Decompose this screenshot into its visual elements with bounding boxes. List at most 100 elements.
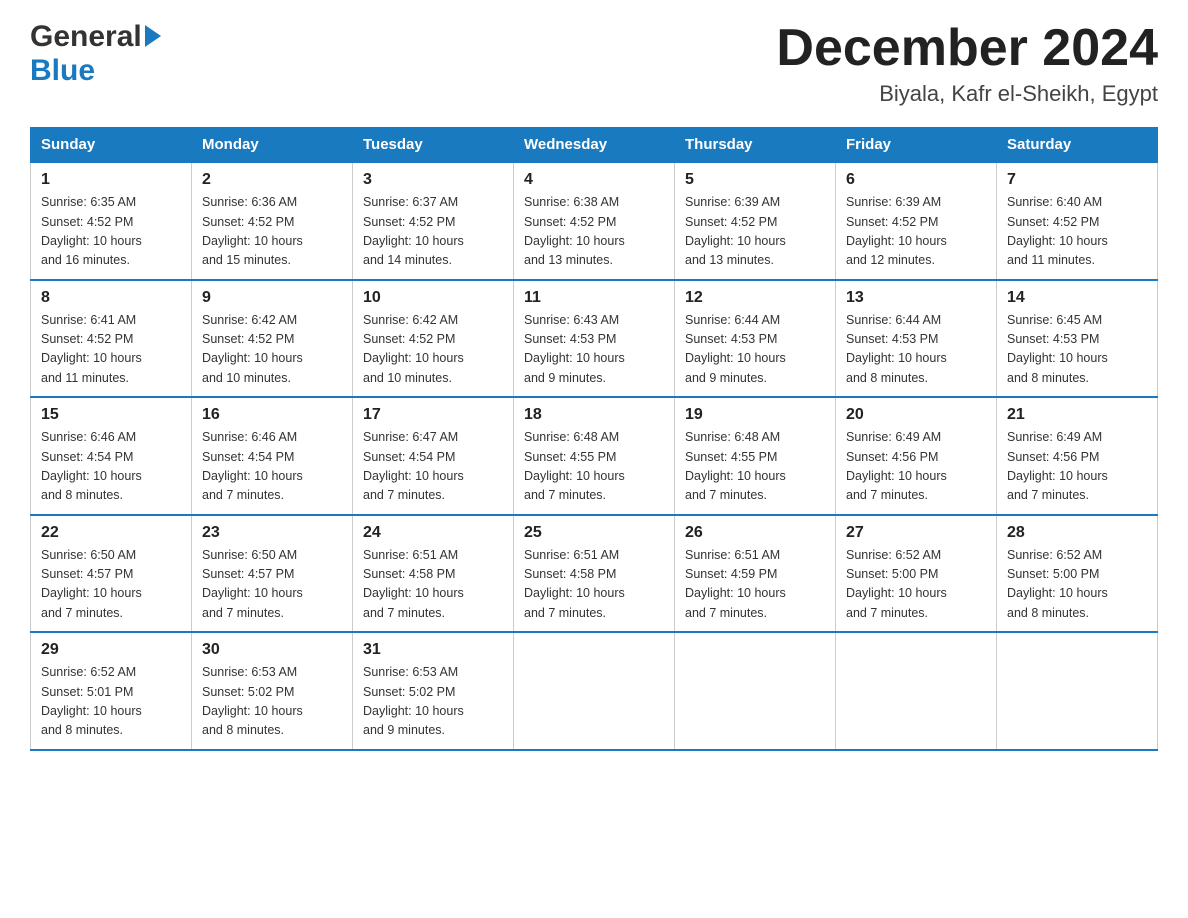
calendar-cell: 30 Sunrise: 6:53 AM Sunset: 5:02 PM Dayl… <box>192 632 353 750</box>
day-number: 7 <box>1007 171 1147 189</box>
logo-general-text: General <box>30 20 142 54</box>
day-number: 29 <box>41 641 181 659</box>
day-info: Sunrise: 6:48 AM Sunset: 4:55 PM Dayligh… <box>524 428 664 506</box>
header-cell-monday: Monday <box>192 128 353 163</box>
logo-blue-text: Blue <box>30 54 95 88</box>
week-row-1: 1 Sunrise: 6:35 AM Sunset: 4:52 PM Dayli… <box>31 162 1158 280</box>
day-number: 20 <box>846 406 986 424</box>
day-info: Sunrise: 6:50 AM Sunset: 4:57 PM Dayligh… <box>41 546 181 624</box>
calendar-cell: 25 Sunrise: 6:51 AM Sunset: 4:58 PM Dayl… <box>514 515 675 633</box>
day-info: Sunrise: 6:48 AM Sunset: 4:55 PM Dayligh… <box>685 428 825 506</box>
day-info: Sunrise: 6:49 AM Sunset: 4:56 PM Dayligh… <box>846 428 986 506</box>
day-number: 6 <box>846 171 986 189</box>
calendar-cell: 8 Sunrise: 6:41 AM Sunset: 4:52 PM Dayli… <box>31 280 192 398</box>
day-info: Sunrise: 6:36 AM Sunset: 4:52 PM Dayligh… <box>202 193 342 271</box>
calendar-cell <box>997 632 1158 750</box>
day-info: Sunrise: 6:46 AM Sunset: 4:54 PM Dayligh… <box>202 428 342 506</box>
calendar-cell: 4 Sunrise: 6:38 AM Sunset: 4:52 PM Dayli… <box>514 162 675 280</box>
calendar-cell: 18 Sunrise: 6:48 AM Sunset: 4:55 PM Dayl… <box>514 397 675 515</box>
header-cell-friday: Friday <box>836 128 997 163</box>
calendar-cell: 19 Sunrise: 6:48 AM Sunset: 4:55 PM Dayl… <box>675 397 836 515</box>
day-info: Sunrise: 6:44 AM Sunset: 4:53 PM Dayligh… <box>685 311 825 389</box>
calendar-cell: 22 Sunrise: 6:50 AM Sunset: 4:57 PM Dayl… <box>31 515 192 633</box>
calendar-cell: 1 Sunrise: 6:35 AM Sunset: 4:52 PM Dayli… <box>31 162 192 280</box>
calendar-cell: 24 Sunrise: 6:51 AM Sunset: 4:58 PM Dayl… <box>353 515 514 633</box>
day-number: 10 <box>363 289 503 307</box>
calendar-cell: 13 Sunrise: 6:44 AM Sunset: 4:53 PM Dayl… <box>836 280 997 398</box>
day-info: Sunrise: 6:42 AM Sunset: 4:52 PM Dayligh… <box>363 311 503 389</box>
day-info: Sunrise: 6:47 AM Sunset: 4:54 PM Dayligh… <box>363 428 503 506</box>
day-number: 9 <box>202 289 342 307</box>
day-info: Sunrise: 6:51 AM Sunset: 4:59 PM Dayligh… <box>685 546 825 624</box>
calendar-cell <box>514 632 675 750</box>
calendar-cell: 17 Sunrise: 6:47 AM Sunset: 4:54 PM Dayl… <box>353 397 514 515</box>
week-row-2: 8 Sunrise: 6:41 AM Sunset: 4:52 PM Dayli… <box>31 280 1158 398</box>
day-number: 17 <box>363 406 503 424</box>
day-info: Sunrise: 6:45 AM Sunset: 4:53 PM Dayligh… <box>1007 311 1147 389</box>
calendar-cell: 6 Sunrise: 6:39 AM Sunset: 4:52 PM Dayli… <box>836 162 997 280</box>
calendar-cell: 2 Sunrise: 6:36 AM Sunset: 4:52 PM Dayli… <box>192 162 353 280</box>
day-info: Sunrise: 6:52 AM Sunset: 5:00 PM Dayligh… <box>846 546 986 624</box>
day-number: 23 <box>202 524 342 542</box>
calendar-cell: 26 Sunrise: 6:51 AM Sunset: 4:59 PM Dayl… <box>675 515 836 633</box>
day-number: 22 <box>41 524 181 542</box>
week-row-5: 29 Sunrise: 6:52 AM Sunset: 5:01 PM Dayl… <box>31 632 1158 750</box>
calendar-cell: 9 Sunrise: 6:42 AM Sunset: 4:52 PM Dayli… <box>192 280 353 398</box>
day-number: 27 <box>846 524 986 542</box>
day-number: 24 <box>363 524 503 542</box>
header-cell-saturday: Saturday <box>997 128 1158 163</box>
day-info: Sunrise: 6:46 AM Sunset: 4:54 PM Dayligh… <box>41 428 181 506</box>
day-number: 28 <box>1007 524 1147 542</box>
day-info: Sunrise: 6:51 AM Sunset: 4:58 PM Dayligh… <box>363 546 503 624</box>
day-number: 2 <box>202 171 342 189</box>
calendar-cell: 28 Sunrise: 6:52 AM Sunset: 5:00 PM Dayl… <box>997 515 1158 633</box>
day-number: 3 <box>363 171 503 189</box>
day-number: 30 <box>202 641 342 659</box>
header-cell-wednesday: Wednesday <box>514 128 675 163</box>
calendar-cell <box>675 632 836 750</box>
day-number: 4 <box>524 171 664 189</box>
calendar-cell: 14 Sunrise: 6:45 AM Sunset: 4:53 PM Dayl… <box>997 280 1158 398</box>
day-number: 26 <box>685 524 825 542</box>
day-info: Sunrise: 6:49 AM Sunset: 4:56 PM Dayligh… <box>1007 428 1147 506</box>
header-row: SundayMondayTuesdayWednesdayThursdayFrid… <box>31 128 1158 163</box>
day-info: Sunrise: 6:35 AM Sunset: 4:52 PM Dayligh… <box>41 193 181 271</box>
calendar-cell: 11 Sunrise: 6:43 AM Sunset: 4:53 PM Dayl… <box>514 280 675 398</box>
header-cell-sunday: Sunday <box>31 128 192 163</box>
day-number: 21 <box>1007 406 1147 424</box>
calendar-cell: 16 Sunrise: 6:46 AM Sunset: 4:54 PM Dayl… <box>192 397 353 515</box>
calendar-cell: 12 Sunrise: 6:44 AM Sunset: 4:53 PM Dayl… <box>675 280 836 398</box>
day-info: Sunrise: 6:41 AM Sunset: 4:52 PM Dayligh… <box>41 311 181 389</box>
day-info: Sunrise: 6:39 AM Sunset: 4:52 PM Dayligh… <box>685 193 825 271</box>
calendar-cell: 7 Sunrise: 6:40 AM Sunset: 4:52 PM Dayli… <box>997 162 1158 280</box>
week-row-3: 15 Sunrise: 6:46 AM Sunset: 4:54 PM Dayl… <box>31 397 1158 515</box>
day-info: Sunrise: 6:38 AM Sunset: 4:52 PM Dayligh… <box>524 193 664 271</box>
day-info: Sunrise: 6:44 AM Sunset: 4:53 PM Dayligh… <box>846 311 986 389</box>
day-info: Sunrise: 6:43 AM Sunset: 4:53 PM Dayligh… <box>524 311 664 389</box>
calendar-cell: 15 Sunrise: 6:46 AM Sunset: 4:54 PM Dayl… <box>31 397 192 515</box>
day-number: 12 <box>685 289 825 307</box>
day-number: 8 <box>41 289 181 307</box>
page-header: General Blue December 2024 Biyala, Kafr … <box>30 20 1158 107</box>
calendar-cell: 10 Sunrise: 6:42 AM Sunset: 4:52 PM Dayl… <box>353 280 514 398</box>
calendar-cell: 3 Sunrise: 6:37 AM Sunset: 4:52 PM Dayli… <box>353 162 514 280</box>
location-text: Biyala, Kafr el-Sheikh, Egypt <box>776 81 1158 107</box>
calendar-cell: 31 Sunrise: 6:53 AM Sunset: 5:02 PM Dayl… <box>353 632 514 750</box>
day-info: Sunrise: 6:53 AM Sunset: 5:02 PM Dayligh… <box>363 663 503 741</box>
day-info: Sunrise: 6:37 AM Sunset: 4:52 PM Dayligh… <box>363 193 503 271</box>
day-info: Sunrise: 6:40 AM Sunset: 4:52 PM Dayligh… <box>1007 193 1147 271</box>
day-number: 1 <box>41 171 181 189</box>
logo-arrow-icon <box>145 25 161 47</box>
day-number: 11 <box>524 289 664 307</box>
calendar-cell: 27 Sunrise: 6:52 AM Sunset: 5:00 PM Dayl… <box>836 515 997 633</box>
calendar-cell: 23 Sunrise: 6:50 AM Sunset: 4:57 PM Dayl… <box>192 515 353 633</box>
day-number: 31 <box>363 641 503 659</box>
day-number: 18 <box>524 406 664 424</box>
day-number: 15 <box>41 406 181 424</box>
day-number: 16 <box>202 406 342 424</box>
calendar-cell <box>836 632 997 750</box>
day-info: Sunrise: 6:50 AM Sunset: 4:57 PM Dayligh… <box>202 546 342 624</box>
day-info: Sunrise: 6:39 AM Sunset: 4:52 PM Dayligh… <box>846 193 986 271</box>
month-title: December 2024 <box>776 20 1158 77</box>
day-number: 19 <box>685 406 825 424</box>
